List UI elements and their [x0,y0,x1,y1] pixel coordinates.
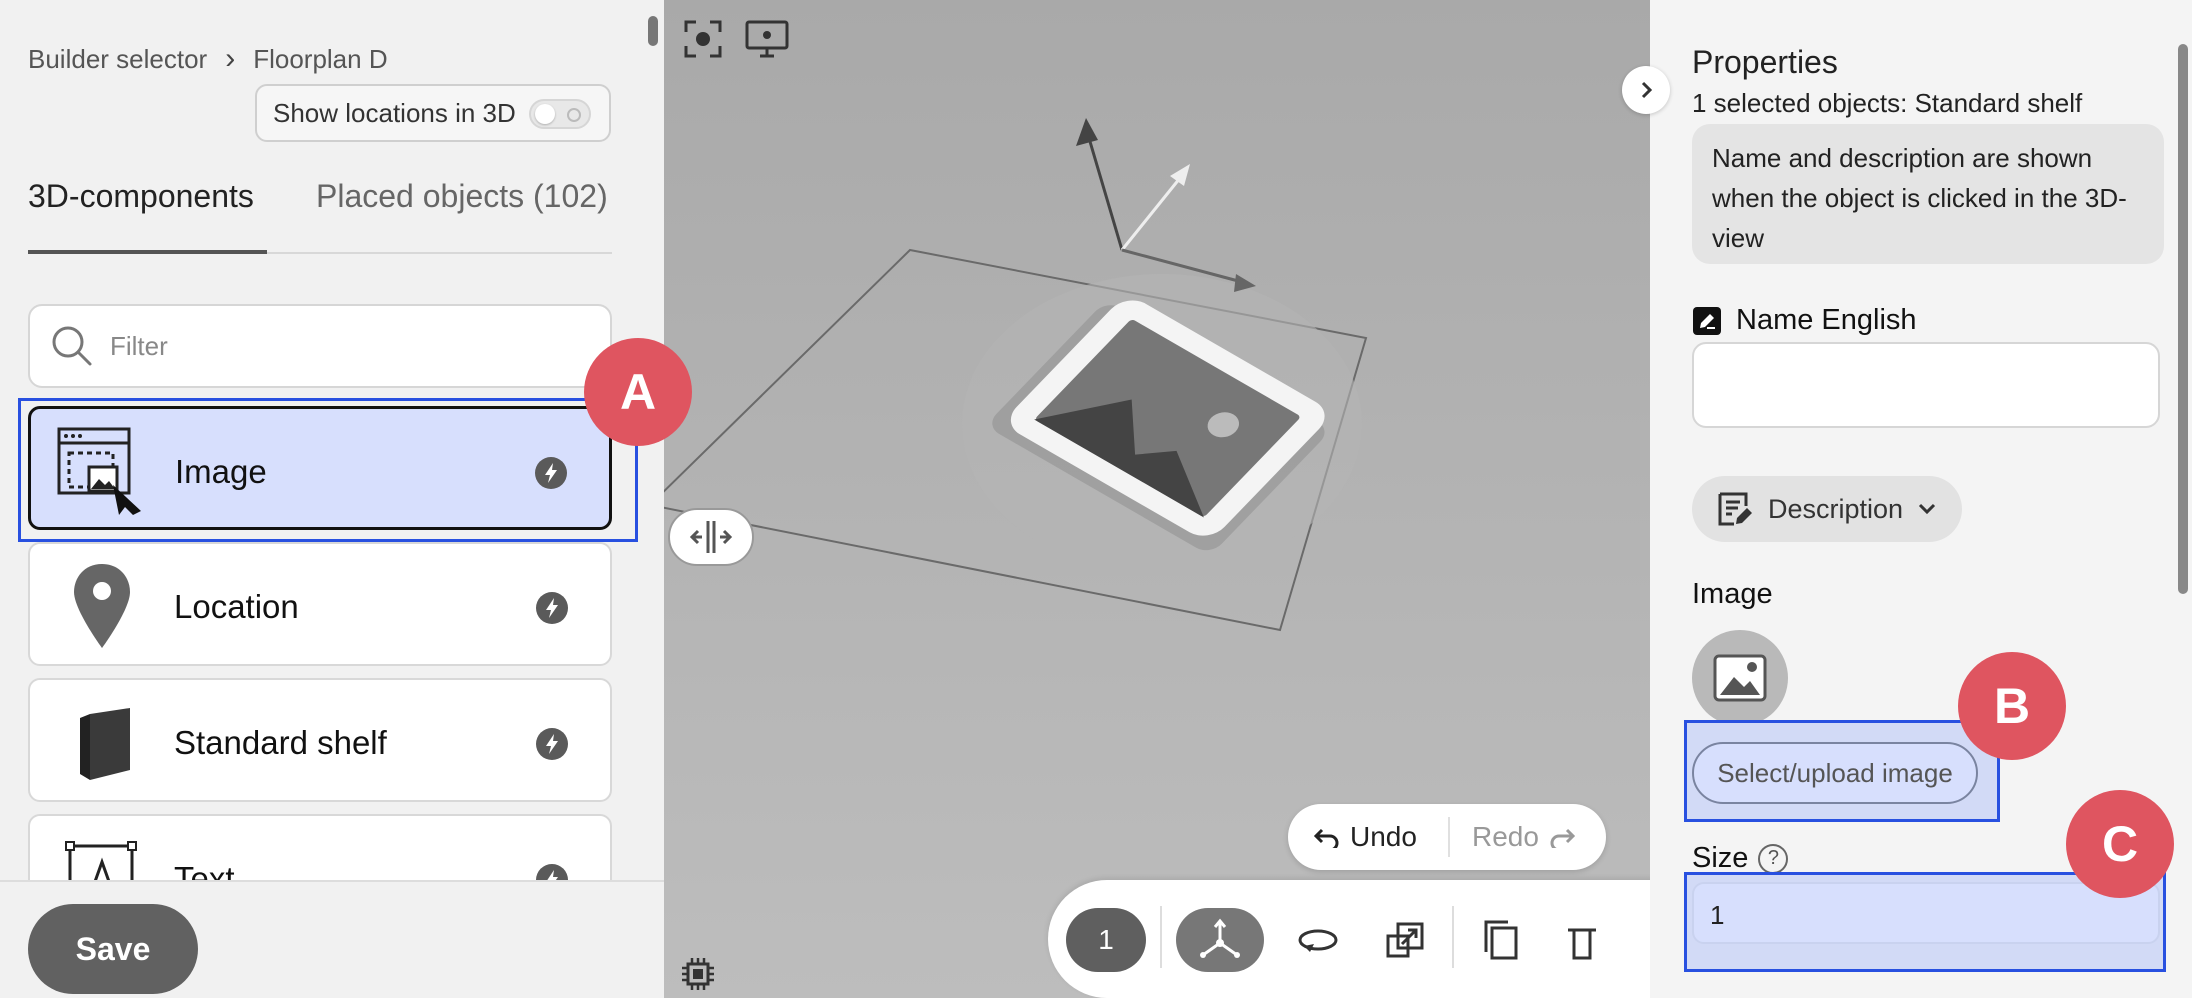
annotation-badge-a: A [584,338,692,446]
move-tool-button[interactable] [1176,908,1264,972]
scrollbar-thumb[interactable] [648,16,658,46]
breadcrumb: Builder selector › Floorplan D [28,42,388,76]
component-tabs: 3D-components Placed objects (102) [28,174,612,254]
description-label: Description [1768,493,1904,524]
show-locations-toggle[interactable]: Show locations in 3D [255,84,611,142]
toggle-switch[interactable] [529,99,591,129]
lightning-icon [536,592,568,624]
save-button[interactable]: Save [28,904,198,994]
left-panel: Builder selector › Floorplan D Show loca… [0,0,664,998]
undo-button[interactable]: Undo [1288,817,1450,857]
selection-count-badge[interactable]: 1 [1066,908,1146,972]
collapse-panel-button[interactable] [1622,66,1670,114]
image-label: Image [1692,578,1773,610]
lightning-icon [536,728,568,760]
edit-square-icon [1693,306,1721,335]
component-standard-shelf[interactable]: Standard shelf [28,678,612,802]
annotation-badge-b: B [1958,652,2066,760]
shelf-cube-icon [80,708,130,780]
redo-label: Redo [1472,821,1539,852]
undo-arrow-icon [1314,828,1339,848]
search-icon [52,326,92,366]
redo-button[interactable]: Redo [1450,821,1575,853]
filter-input[interactable]: Filter [28,304,612,388]
3d-viewport[interactable]: Undo Redo 1 [664,0,1650,998]
help-icon[interactable]: ? [1758,843,1789,874]
size-field[interactable]: 1 [1692,882,2160,944]
annotation-badge-c: C [2066,790,2174,898]
selection-summary: 1 selected objects: Standard shelf [1692,88,2083,118]
component-location[interactable]: Location [28,542,612,666]
breadcrumb-root-link[interactable]: Builder selector [28,44,207,75]
location-pin-icon [74,564,130,648]
image-preview [1692,630,1788,726]
chevron-right-icon: › [225,42,236,75]
breadcrumb-current: Floorplan D [253,43,388,74]
scale-tool-icon[interactable] [1382,916,1430,964]
name-english-field[interactable] [1692,342,2160,428]
properties-title: Properties [1692,44,1838,80]
chevron-down-icon [1919,503,1936,515]
show-locations-label: Show locations in 3D [273,97,516,128]
description-dropdown[interactable]: Description [1692,476,1962,542]
undo-redo-bar: Undo Redo [1288,804,1606,870]
resize-horizontal-icon [689,521,733,553]
info-note: Name and description are shown when the … [1692,124,2164,264]
notes-edit-icon [1718,492,1752,526]
highlight-box-a [18,398,638,542]
filter-placeholder: Filter [110,330,168,361]
panel-resize-handle[interactable] [668,508,754,566]
duplicate-icon[interactable] [1478,916,1526,964]
move-axes-icon [1200,918,1240,958]
scrollbar-thumb[interactable] [2178,44,2188,594]
delete-icon[interactable] [1558,916,1606,964]
transform-toolbar: 1 [1048,880,1650,998]
performance-chip-icon[interactable] [680,956,716,992]
rotate-tool-icon[interactable] [1294,916,1342,964]
component-label: Location [174,588,299,625]
undo-label: Undo [1350,821,1417,852]
save-bar: Save [0,880,664,998]
chevron-right-icon [1641,81,1653,99]
right-scrollbar[interactable] [2176,30,2190,980]
redo-arrow-icon [1550,828,1575,848]
tab-3d-components[interactable]: 3D-components [28,178,267,254]
size-label: Size ? [1692,842,1789,875]
component-label: Standard shelf [174,724,387,761]
image-placeholder-icon [1713,654,1767,702]
select-upload-image-button[interactable]: Select/upload image [1692,742,1978,804]
tab-placed-objects[interactable]: Placed objects (102) [316,178,608,215]
name-english-label: Name English [1692,304,1917,337]
